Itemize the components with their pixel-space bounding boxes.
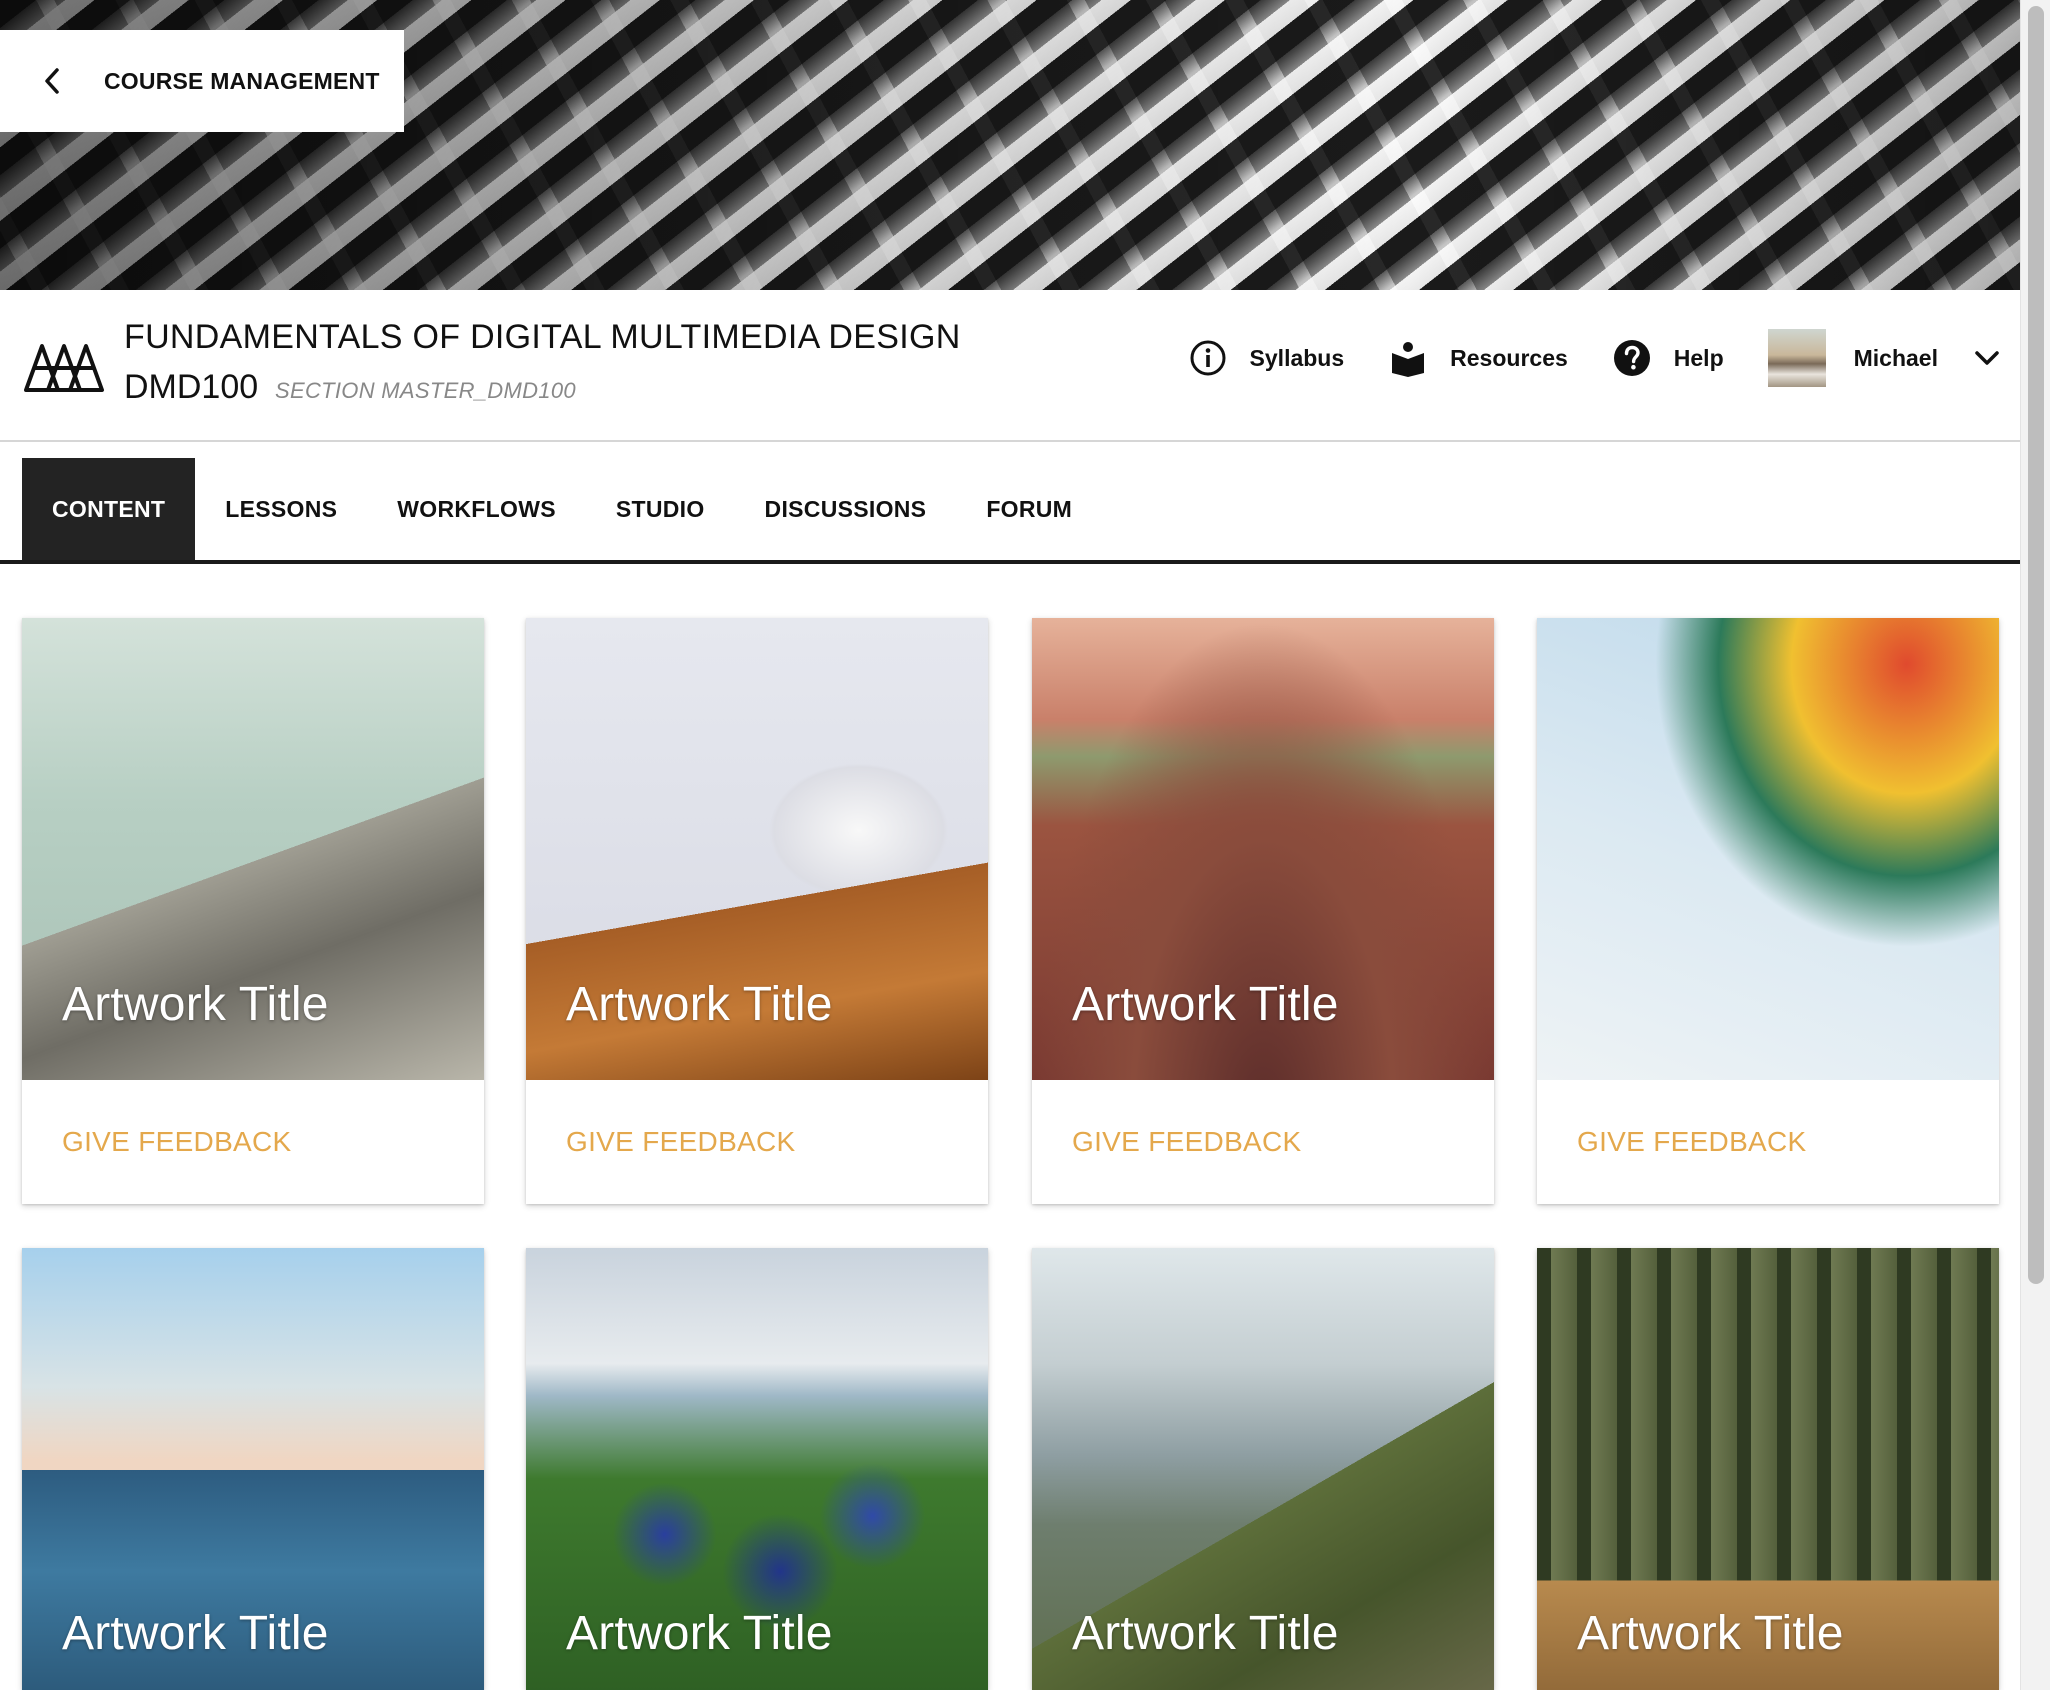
- page-scrollbar[interactable]: [2020, 0, 2050, 1690]
- reader-book-icon: [1388, 338, 1428, 378]
- artwork-title: Artwork Title: [1072, 1607, 1339, 1660]
- give-feedback-button[interactable]: GIVE FEEDBACK: [1072, 1126, 1302, 1158]
- artwork-title: Artwork Title: [566, 1607, 833, 1660]
- back-button-label: COURSE MANAGEMENT: [104, 67, 380, 94]
- artwork-image[interactable]: Artwork Title: [1537, 1248, 1999, 1690]
- artwork-title: Artwork Title: [1072, 978, 1339, 1031]
- avatar: [1767, 329, 1826, 387]
- course-title: FUNDAMENTALS OF DIGITAL MULTIMEDIA DESIG…: [124, 318, 961, 356]
- artwork-card[interactable]: Artwork Title GIVE FEEDBACK: [1032, 618, 1494, 1204]
- course-management-back-button[interactable]: COURSE MANAGEMENT: [0, 30, 404, 132]
- info-icon: [1188, 338, 1228, 378]
- chevron-left-icon: [0, 67, 104, 95]
- course-logo-icon: [22, 342, 106, 394]
- resources-label: Resources: [1450, 344, 1568, 371]
- artwork-card[interactable]: Artwork Title: [526, 1248, 988, 1690]
- artwork-card[interactable]: Artwork Title: [1537, 1248, 1999, 1690]
- course-section: SECTION MASTER_DMD100: [275, 378, 576, 403]
- artwork-card[interactable]: Artwork Title: [22, 1248, 484, 1690]
- artwork-image[interactable]: Artwork Title: [22, 618, 484, 1080]
- syllabus-label: Syllabus: [1249, 344, 1345, 371]
- help-link[interactable]: Help: [1612, 338, 1724, 378]
- card-footer: GIVE FEEDBACK: [1032, 1080, 1494, 1204]
- user-menu[interactable]: Michael: [1767, 329, 2002, 387]
- artwork-title: Artwork Title: [1577, 1607, 1844, 1660]
- artwork-image[interactable]: Artwork Title: [22, 1248, 484, 1690]
- resources-link[interactable]: Resources: [1388, 338, 1568, 378]
- artwork-image[interactable]: [1537, 618, 1999, 1080]
- artwork-title: Artwork Title: [62, 1607, 329, 1660]
- tab-discussions[interactable]: DISCUSSIONS: [735, 458, 957, 560]
- user-name: Michael: [1853, 344, 1938, 371]
- tab-forum[interactable]: FORUM: [956, 458, 1102, 560]
- artwork-image[interactable]: Artwork Title: [526, 618, 988, 1080]
- artwork-image[interactable]: Artwork Title: [526, 1248, 988, 1690]
- give-feedback-button[interactable]: GIVE FEEDBACK: [1577, 1126, 1807, 1158]
- artwork-title: Artwork Title: [62, 978, 329, 1031]
- artwork-card[interactable]: GIVE FEEDBACK: [1537, 618, 1999, 1204]
- tab-workflows[interactable]: WORKFLOWS: [367, 458, 586, 560]
- scrollbar-thumb[interactable]: [2028, 6, 2044, 1284]
- card-footer: GIVE FEEDBACK: [22, 1080, 484, 1204]
- give-feedback-button[interactable]: GIVE FEEDBACK: [62, 1126, 292, 1158]
- course-code: DMD100: [124, 368, 259, 406]
- artwork-image[interactable]: Artwork Title: [1032, 1248, 1494, 1690]
- help-label: Help: [1673, 344, 1724, 371]
- course-tabs: CONTENT LESSONS WORKFLOWS STUDIO DISCUSS…: [0, 442, 2020, 564]
- artwork-card[interactable]: Artwork Title GIVE FEEDBACK: [526, 618, 988, 1204]
- chevron-down-icon: [1972, 343, 2002, 373]
- card-footer: GIVE FEEDBACK: [1537, 1080, 1999, 1204]
- artwork-card[interactable]: Artwork Title: [1032, 1248, 1494, 1690]
- artwork-card[interactable]: Artwork Title GIVE FEEDBACK: [22, 618, 484, 1204]
- tab-studio[interactable]: STUDIO: [586, 458, 735, 560]
- tab-content[interactable]: CONTENT: [22, 458, 196, 560]
- card-footer: GIVE FEEDBACK: [526, 1080, 988, 1204]
- hero-banner: COURSE MANAGEMENT: [0, 0, 2020, 290]
- give-feedback-button[interactable]: GIVE FEEDBACK: [566, 1126, 796, 1158]
- artwork-title: Artwork Title: [566, 978, 833, 1031]
- header-nav: Syllabus Resources Help Michael: [1144, 326, 2002, 390]
- artwork-image[interactable]: Artwork Title: [1032, 618, 1494, 1080]
- tab-list: CONTENT LESSONS WORKFLOWS STUDIO DISCUSS…: [22, 458, 1102, 560]
- tab-lessons[interactable]: LESSONS: [195, 458, 367, 560]
- course-header: FUNDAMENTALS OF DIGITAL MULTIMEDIA DESIG…: [0, 290, 2020, 442]
- help-icon: [1612, 338, 1652, 378]
- syllabus-link[interactable]: Syllabus: [1188, 338, 1345, 378]
